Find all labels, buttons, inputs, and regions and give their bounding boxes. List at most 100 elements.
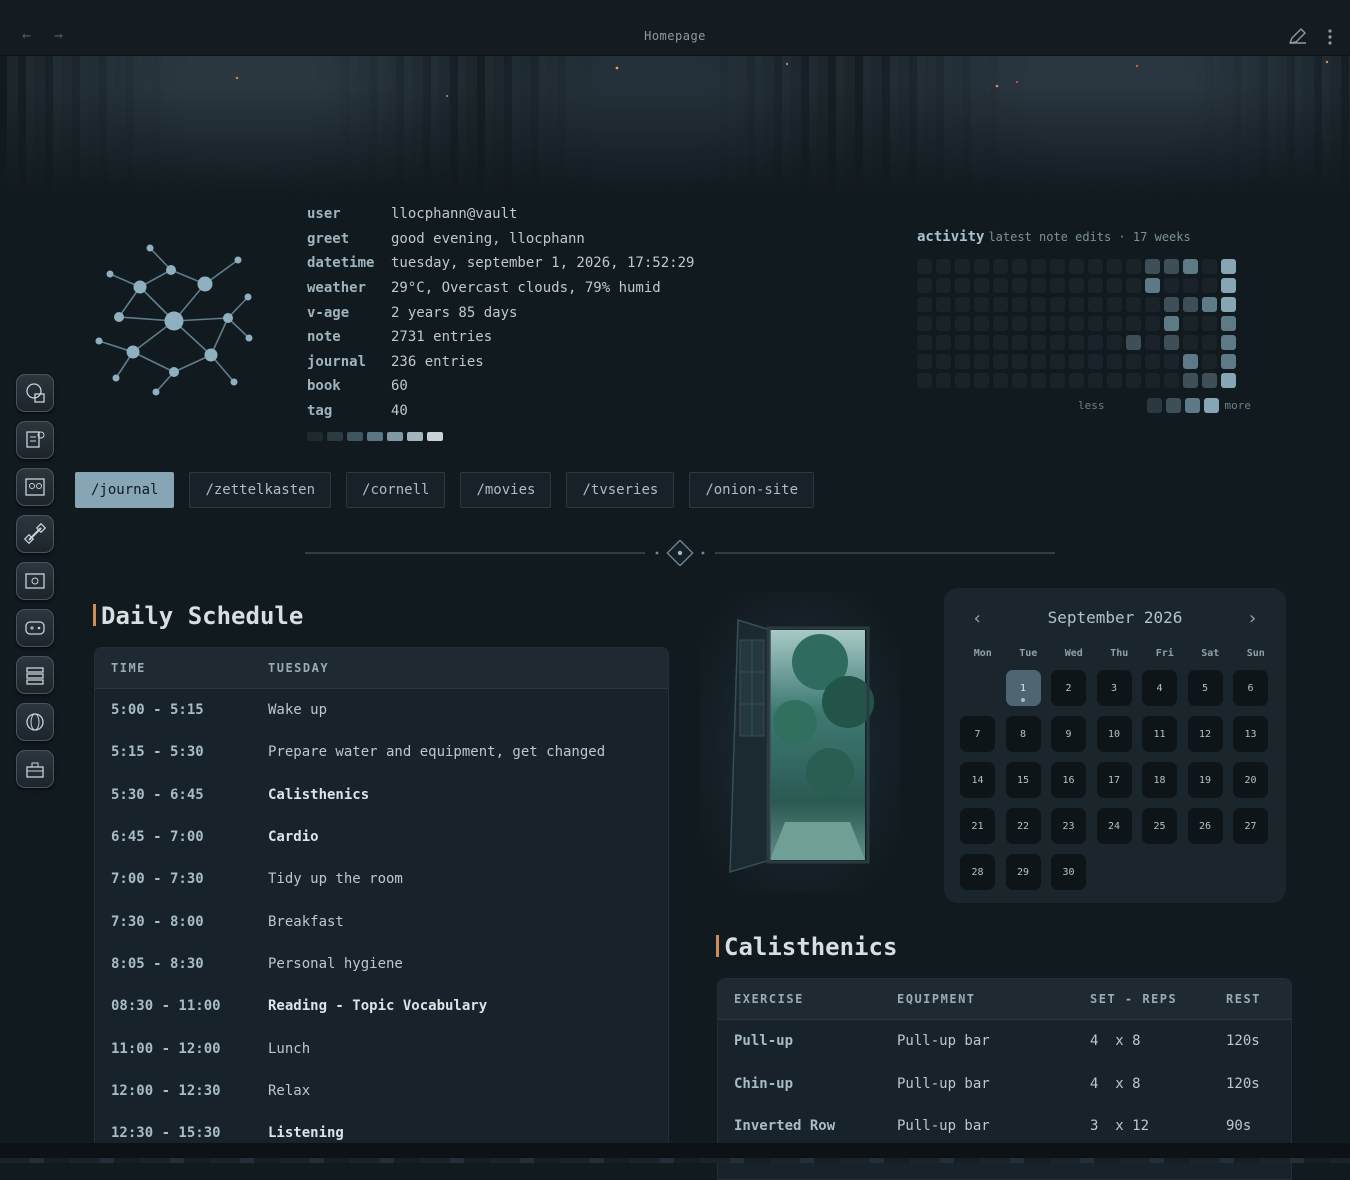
calendar-day[interactable]: 3 bbox=[1096, 670, 1132, 706]
calendar-day[interactable]: 1 bbox=[1005, 670, 1041, 706]
heatmap-cell bbox=[1012, 278, 1027, 293]
calendar-day[interactable]: 13 bbox=[1233, 716, 1268, 752]
calendar-days: 1 2 3 4 5 6 7 8 9 10 11 12 13 14 15 16 17 18 19 20 21 22 23 24 2… bbox=[960, 670, 1278, 890]
heatmap-cell bbox=[1069, 278, 1084, 293]
schedule-activity: Personal hygiene bbox=[268, 955, 403, 972]
header-day: TUESDAY bbox=[268, 661, 330, 675]
heatmap-cell bbox=[917, 316, 932, 331]
heatmap-cell bbox=[1126, 316, 1141, 331]
calendar-day[interactable]: 24 bbox=[1096, 808, 1132, 844]
heatmap-cell bbox=[1202, 354, 1217, 369]
heatmap-cell bbox=[1069, 316, 1084, 331]
heatmap-cell bbox=[1183, 297, 1198, 312]
calendar-day[interactable]: 2 bbox=[1051, 670, 1086, 706]
calendar-day[interactable]: 7 bbox=[960, 716, 995, 752]
table-row: Inverted Row Pull-up bar 3 x 12 90s bbox=[718, 1105, 1291, 1148]
calendar-day[interactable]: 21 bbox=[960, 808, 995, 844]
heatmap-cell bbox=[1164, 278, 1179, 293]
dumbbell-icon bbox=[24, 523, 46, 545]
heatmap-cell bbox=[974, 297, 989, 312]
heatmap-cell bbox=[974, 316, 989, 331]
calendar-next-button[interactable]: › bbox=[1247, 608, 1258, 629]
heatmap-cell bbox=[1088, 335, 1103, 350]
heatmap-cell bbox=[1069, 354, 1084, 369]
calendar-day[interactable]: 18 bbox=[1142, 762, 1177, 798]
calisthenics-header-row: EXERCISE EQUIPMENT SET - REPS REST bbox=[718, 979, 1291, 1020]
heatmap-cell bbox=[1088, 278, 1103, 293]
heatmap-cell bbox=[1088, 297, 1103, 312]
tab-tvseries[interactable]: /tvseries bbox=[566, 472, 675, 508]
profile-value: good evening, llocphann bbox=[391, 230, 585, 247]
heatmap-cell bbox=[1088, 373, 1103, 388]
header-exercise: EXERCISE bbox=[734, 992, 804, 1006]
heatmap-cell bbox=[993, 316, 1008, 331]
folder-tabs: /journal/zettelkasten/cornell/movies/tvs… bbox=[75, 472, 815, 508]
calendar-day[interactable]: 11 bbox=[1142, 716, 1177, 752]
heatmap-cell bbox=[1050, 373, 1065, 388]
tab-movies[interactable]: /movies bbox=[460, 472, 552, 508]
heatmap-cell bbox=[1164, 297, 1179, 312]
calendar-day[interactable]: 23 bbox=[1051, 808, 1086, 844]
calendar-day[interactable]: 30 bbox=[1051, 854, 1086, 890]
calendar-day[interactable]: 28 bbox=[960, 854, 995, 890]
schedule-activity: Calisthenics bbox=[268, 786, 370, 803]
calendar-day[interactable]: 6 bbox=[1233, 670, 1268, 706]
heatmap-cell bbox=[1031, 373, 1046, 388]
calendar-day[interactable]: 27 bbox=[1233, 808, 1268, 844]
dock-button-fitness[interactable] bbox=[16, 515, 54, 553]
dock-button-globe[interactable] bbox=[16, 703, 54, 741]
calendar-day[interactable]: 22 bbox=[1005, 808, 1041, 844]
tab-journal[interactable]: /journal bbox=[75, 472, 175, 508]
schedule-time: 5:30 - 6:45 bbox=[111, 786, 204, 803]
heatmap-cell bbox=[955, 354, 970, 369]
calendar-day[interactable]: 14 bbox=[960, 762, 995, 798]
calisthenics-title: Calisthenics bbox=[724, 933, 898, 961]
edit-pencil-icon[interactable] bbox=[1288, 27, 1308, 49]
heatmap-cell bbox=[1221, 278, 1236, 293]
exercise-equipment: Pull-up bar bbox=[897, 1118, 990, 1135]
calendar-day[interactable]: 5 bbox=[1187, 670, 1223, 706]
more-options-icon[interactable] bbox=[1327, 28, 1333, 50]
calendar-day[interactable]: 26 bbox=[1187, 808, 1223, 844]
exercise-name: Chin-up bbox=[734, 1075, 794, 1092]
table-row: 7:00 - 7:30 Tidy up the room bbox=[95, 858, 668, 900]
dock-button-books[interactable] bbox=[16, 656, 54, 694]
calendar-day[interactable]: 8 bbox=[1005, 716, 1041, 752]
calendar-day[interactable]: 17 bbox=[1096, 762, 1132, 798]
dock-button-games[interactable] bbox=[16, 609, 54, 647]
tab-cornell[interactable]: /cornell bbox=[346, 472, 446, 508]
tab-zettelkasten[interactable]: /zettelkasten bbox=[189, 472, 332, 508]
calendar-day[interactable]: 19 bbox=[1187, 762, 1223, 798]
calendar-day[interactable]: 16 bbox=[1051, 762, 1086, 798]
heatmap-cell bbox=[1012, 259, 1027, 274]
schedule-activity: Reading - Topic Vocabulary bbox=[268, 998, 488, 1015]
heatmap-cell bbox=[1145, 297, 1160, 312]
heatmap-cell bbox=[974, 259, 989, 274]
heatmap-cell bbox=[1126, 278, 1141, 293]
header-set-reps: SET - REPS bbox=[1090, 992, 1178, 1006]
dock-button-people[interactable] bbox=[16, 468, 54, 506]
schedule-activity: Cardio bbox=[268, 829, 319, 846]
dock-button-movies[interactable] bbox=[16, 562, 54, 600]
calendar-day[interactable]: 10 bbox=[1096, 716, 1132, 752]
heatmap-cell bbox=[1012, 354, 1027, 369]
calendar-day[interactable]: 20 bbox=[1233, 762, 1268, 798]
heatmap-cell bbox=[1050, 316, 1065, 331]
heatmap-cell bbox=[1069, 259, 1084, 274]
weekday-label: Fri bbox=[1155, 648, 1174, 659]
calendar-day[interactable]: 12 bbox=[1187, 716, 1223, 752]
calendar-day[interactable]: 29 bbox=[1005, 854, 1041, 890]
dock-button-notes[interactable] bbox=[16, 421, 54, 459]
calendar-day[interactable]: 15 bbox=[1005, 762, 1041, 798]
calendar-widget: ‹ September 2026 › Mon Tue Wed Thu Fri Sat Sun… bbox=[944, 588, 1286, 903]
dock-button-tools[interactable] bbox=[16, 750, 54, 788]
dock-button-brain[interactable] bbox=[16, 374, 54, 412]
weekday-label: Tue bbox=[1019, 648, 1038, 659]
heatmap-cell bbox=[1202, 278, 1217, 293]
tab-onion-site[interactable]: /onion-site bbox=[689, 472, 815, 508]
calendar-day[interactable]: 4 bbox=[1142, 670, 1177, 706]
calendar-day[interactable]: 9 bbox=[1051, 716, 1086, 752]
table-row: Pull-up Pull-up bar 4 x 8 120s bbox=[718, 1020, 1291, 1063]
table-row: 12:00 - 12:30 Relax bbox=[95, 1070, 668, 1112]
calendar-day[interactable]: 25 bbox=[1142, 808, 1177, 844]
